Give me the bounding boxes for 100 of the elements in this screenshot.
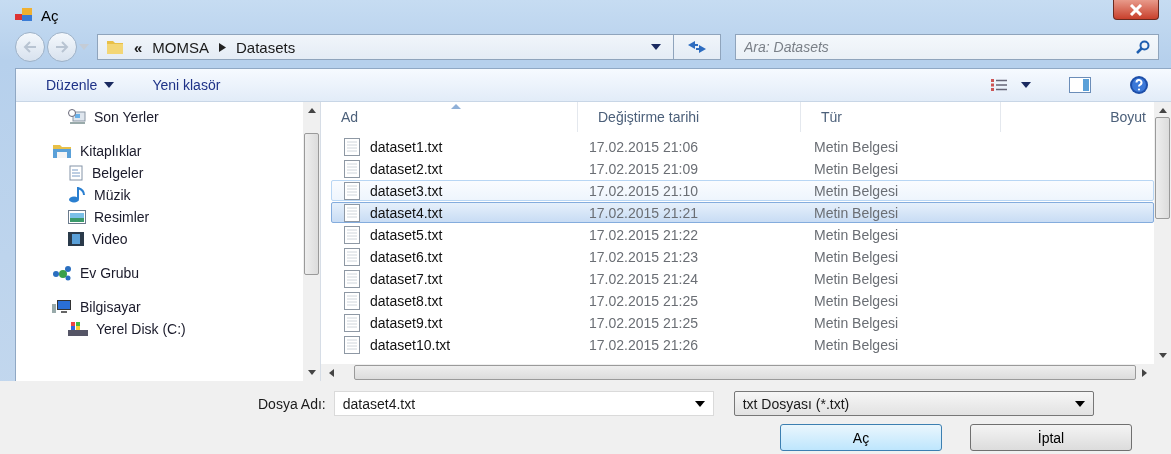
table-cell-text: Metin Belgesi (814, 314, 900, 331)
forward-arrow-icon (55, 41, 69, 53)
overflow-chevron[interactable]: « (134, 38, 143, 56)
file-name: dataset7.txt (370, 270, 443, 287)
scroll-up-icon[interactable] (1158, 108, 1167, 113)
scroll-right-icon[interactable] (1142, 368, 1147, 377)
table-cell-text: Metin Belgesi (814, 248, 900, 265)
file-name: dataset9.txt (370, 314, 443, 331)
window-icon (15, 8, 33, 22)
file-name: dataset4.txt (370, 204, 443, 221)
file-row[interactable]: dataset2.txt 17.02.2015 21:09 Metin Belgesi (331, 158, 1154, 179)
dropdown-caret-icon (694, 400, 705, 407)
film-icon (68, 231, 84, 247)
file-row[interactable]: dataset3.txt 17.02.2015 21:10 Metin Belgesi (331, 180, 1154, 201)
navigation-item[interactable]: Belgeler (16, 162, 303, 184)
file-name: dataset5.txt (370, 226, 443, 243)
address-bar[interactable]: « MOMSA Datasets (97, 34, 674, 60)
table-cell-text: 17.02.2015 21:25 (589, 314, 699, 331)
computer-icon (52, 299, 72, 315)
navigation-item[interactable]: Kitaplıklar (16, 140, 303, 162)
details-view-icon (991, 79, 1007, 91)
scroll-down-icon[interactable] (1158, 353, 1167, 358)
navigation-item[interactable]: Son Yerler (16, 106, 303, 128)
help-icon (1129, 75, 1149, 95)
open-button[interactable]: Aç (780, 424, 942, 451)
close-icon (1129, 3, 1143, 16)
scroll-thumb[interactable] (304, 133, 319, 275)
back-arrow-icon (23, 41, 37, 53)
table-cell-text: 17.02.2015 21:24 (589, 270, 699, 287)
file-name: dataset10.txt (370, 336, 451, 353)
recent-places-icon (68, 109, 86, 125)
file-name: dataset1.txt (370, 138, 443, 155)
navigation-item[interactable]: Müzik (16, 184, 303, 206)
table-cell-text: 17.02.2015 21:21 (589, 204, 699, 221)
breadcrumb[interactable]: MOMSA (152, 38, 209, 56)
search-field[interactable]: Ara: Datasets (735, 34, 1159, 60)
navigation-item[interactable]: Ev Grubu (16, 262, 303, 284)
column-header[interactable]: Değiştirme tarihi (578, 102, 801, 132)
dropdown-caret-icon[interactable] (651, 44, 661, 50)
table-cell-text: 17.02.2015 21:06 (589, 138, 699, 155)
navigation-item[interactable]: Bilgisayar (16, 296, 303, 318)
navigation-item[interactable]: Resimler (16, 206, 303, 228)
text-file-icon (344, 269, 360, 288)
table-cell-text: Metin Belgesi (814, 292, 900, 309)
file-name-field[interactable]: dataset4.txt (333, 391, 714, 416)
table-cell-text: 17.02.2015 21:10 (589, 182, 699, 199)
text-file-icon (344, 181, 360, 200)
organize-button[interactable]: Düzenle (40, 73, 121, 97)
table-cell-text: Metin Belgesi (814, 226, 900, 243)
file-type-dropdown[interactable]: txt Dosyası (*.txt) (733, 391, 1094, 416)
file-row[interactable]: dataset7.txt 17.02.2015 21:24 Metin Belgesi (331, 268, 1154, 289)
scroll-left-icon[interactable] (329, 368, 334, 377)
music-note-icon (68, 187, 86, 203)
file-row[interactable]: dataset4.txt 17.02.2015 21:21 Metin Belgesi (331, 202, 1154, 223)
breadcrumb[interactable]: Datasets (236, 38, 296, 56)
scrollbar[interactable] (321, 364, 1171, 381)
text-file-icon (344, 159, 360, 178)
caret-icon (1021, 82, 1031, 88)
scrollbar[interactable] (1154, 102, 1171, 364)
text-file-icon (344, 313, 360, 332)
refresh-button[interactable] (673, 34, 721, 60)
new-folder-button[interactable]: Yeni klasör (146, 73, 227, 97)
file-row[interactable]: dataset6.txt 17.02.2015 21:23 Metin Belgesi (331, 246, 1154, 267)
scroll-down-icon[interactable] (307, 370, 316, 375)
close-button[interactable] (1113, 0, 1159, 20)
table-cell-text: 17.02.2015 21:23 (589, 248, 699, 265)
cancel-button[interactable]: İptal (970, 424, 1132, 451)
text-file-icon (344, 335, 360, 354)
scroll-up-icon[interactable] (307, 108, 316, 113)
column-header[interactable]: Tür (801, 102, 1001, 132)
text-file-icon (344, 137, 360, 156)
file-row[interactable]: dataset10.txt 17.02.2015 21:26 Metin Belgesi (331, 334, 1154, 355)
text-file-icon (344, 225, 360, 244)
file-name: dataset8.txt (370, 292, 443, 309)
scroll-thumb[interactable] (1155, 117, 1170, 219)
library-icon (52, 143, 72, 159)
navigation-item[interactable]: Yerel Disk (C:) (16, 318, 303, 340)
table-cell-text: Metin Belgesi (814, 138, 900, 155)
table-cell-text: Metin Belgesi (814, 204, 900, 221)
table-cell-text: Metin Belgesi (814, 182, 900, 199)
file-row[interactable]: dataset9.txt 17.02.2015 21:25 Metin Belgesi (331, 312, 1154, 333)
breadcrumb-arrow-icon[interactable] (219, 42, 226, 52)
text-file-icon (344, 291, 360, 310)
navigation-item[interactable]: Video (16, 228, 303, 250)
scroll-thumb[interactable] (354, 365, 1136, 380)
table-cell-text: 17.02.2015 21:25 (589, 292, 699, 309)
file-row[interactable]: dataset5.txt 17.02.2015 21:22 Metin Belgesi (331, 224, 1154, 245)
scrollbar[interactable] (303, 102, 320, 381)
homegroup-icon (52, 265, 72, 281)
file-row[interactable]: dataset1.txt 17.02.2015 21:06 Metin Belgesi (331, 136, 1154, 157)
dropdown-caret-icon (1074, 400, 1085, 407)
pictures-icon (68, 210, 86, 224)
text-file-icon (344, 247, 360, 266)
file-row[interactable]: dataset8.txt 17.02.2015 21:25 Metin Belgesi (331, 290, 1154, 311)
text-file-icon (344, 203, 360, 222)
folder-icon (106, 39, 124, 55)
document-icon (68, 165, 84, 181)
table-cell-text: Metin Belgesi (814, 336, 900, 353)
column-header[interactable]: Boyut (1001, 102, 1154, 132)
table-cell-text: Metin Belgesi (814, 160, 900, 177)
